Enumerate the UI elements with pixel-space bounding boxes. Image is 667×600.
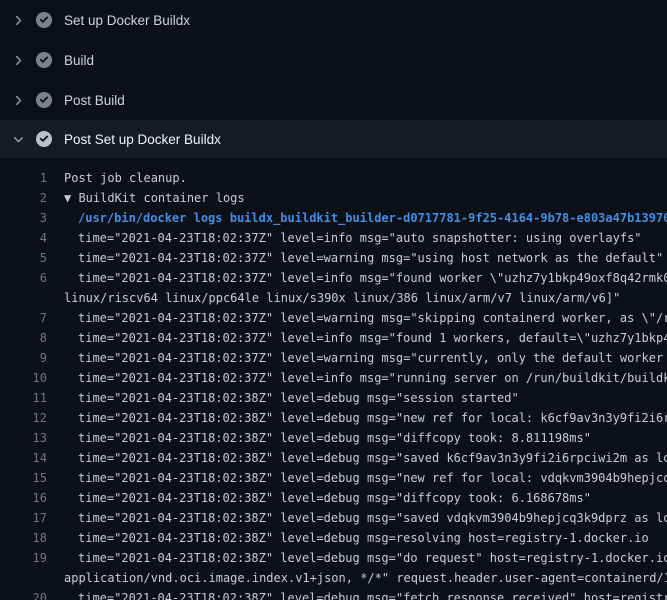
step-row-build[interactable]: Build (0, 40, 667, 80)
chevron-right-icon[interactable] (12, 55, 24, 66)
log-line-number[interactable]: 14 (0, 448, 47, 468)
log-line-text: time="2021-04-23T18:02:37Z" level=warnin… (78, 308, 667, 328)
log-line-number[interactable]: 18 (0, 528, 47, 548)
log-line-text: time="2021-04-23T18:02:37Z" level=warnin… (78, 348, 667, 368)
log-line-text: time="2021-04-23T18:02:37Z" level=info m… (78, 228, 642, 248)
log-line-number[interactable]: 1 (0, 168, 47, 188)
log-line-number[interactable]: 19 (0, 548, 47, 568)
log-output: 1 Post job cleanup. 2 ▼ BuildKit contain… (0, 158, 667, 600)
log-line-number[interactable]: 4 (0, 228, 47, 248)
log-line-number[interactable]: 20 (0, 588, 47, 600)
log-line: 11 time="2021-04-23T18:02:38Z" level=deb… (0, 388, 667, 408)
log-line-number[interactable]: 3 (0, 208, 47, 228)
log-line: application/vnd.oci.image.index.v1+json,… (0, 568, 667, 588)
log-line-text: time="2021-04-23T18:02:38Z" level=debug … (78, 488, 591, 508)
log-line-text: time="2021-04-23T18:02:38Z" level=debug … (78, 428, 591, 448)
log-line-text: linux/riscv64 linux/ppc64le linux/s390x … (64, 288, 620, 308)
log-line: 17 time="2021-04-23T18:02:38Z" level=deb… (0, 508, 667, 528)
log-line-text: time="2021-04-23T18:02:37Z" level=info m… (78, 268, 667, 288)
log-line: 1 Post job cleanup. (0, 168, 667, 188)
step-list: Set up Docker Buildx Build P (0, 0, 667, 158)
log-line-number[interactable]: 15 (0, 468, 47, 488)
log-line: 3 /usr/bin/docker logs buildx_buildkit_b… (0, 208, 667, 228)
log-line: 9 time="2021-04-23T18:02:37Z" level=warn… (0, 348, 667, 368)
log-line-text: time="2021-04-23T18:02:37Z" level=info m… (78, 368, 667, 388)
workflow-log-viewer: Set up Docker Buildx Build P (0, 0, 667, 600)
log-line: 20 time="2021-04-23T18:02:38Z" level=deb… (0, 588, 667, 600)
log-line-number[interactable]: 10 (0, 368, 47, 388)
log-line-text: application/vnd.oci.image.index.v1+json,… (64, 568, 667, 588)
log-line: 16 time="2021-04-23T18:02:38Z" level=deb… (0, 488, 667, 508)
log-line-text: time="2021-04-23T18:02:38Z" level=debug … (78, 448, 667, 468)
step-row-post-build[interactable]: Post Build (0, 80, 667, 120)
log-group-toggle[interactable]: ▼ BuildKit container logs (64, 188, 245, 208)
log-line-number[interactable]: 11 (0, 388, 47, 408)
log-line-text: time="2021-04-23T18:02:38Z" level=debug … (78, 588, 667, 600)
log-line-number[interactable]: 12 (0, 408, 47, 428)
log-line-number[interactable]: 8 (0, 328, 47, 348)
log-line-number[interactable]: 13 (0, 428, 47, 448)
log-line: 4 time="2021-04-23T18:02:37Z" level=info… (0, 228, 667, 248)
log-line: 18 time="2021-04-23T18:02:38Z" level=deb… (0, 528, 667, 548)
log-line-number (0, 568, 47, 588)
log-line-text: time="2021-04-23T18:02:38Z" level=debug … (78, 528, 649, 548)
step-label: Set up Docker Buildx (64, 13, 190, 28)
step-row-post-set-up-docker-buildx[interactable]: Post Set up Docker Buildx (0, 120, 667, 158)
check-circle-icon (36, 92, 52, 108)
log-line-text: time="2021-04-23T18:02:38Z" level=debug … (78, 468, 667, 488)
log-line-number[interactable]: 5 (0, 248, 47, 268)
log-line-text: time="2021-04-23T18:02:37Z" level=warnin… (78, 248, 663, 268)
log-line-number[interactable]: 17 (0, 508, 47, 528)
step-label: Post Build (64, 93, 125, 108)
log-line: linux/riscv64 linux/ppc64le linux/s390x … (0, 288, 667, 308)
log-line: 15 time="2021-04-23T18:02:38Z" level=deb… (0, 468, 667, 488)
log-line: 8 time="2021-04-23T18:02:37Z" level=info… (0, 328, 667, 348)
log-line: 19 time="2021-04-23T18:02:38Z" level=deb… (0, 548, 667, 568)
log-line: 5 time="2021-04-23T18:02:37Z" level=warn… (0, 248, 667, 268)
log-line-text: Post job cleanup. (64, 168, 187, 188)
chevron-down-icon[interactable] (12, 134, 24, 145)
chevron-right-icon[interactable] (12, 95, 24, 106)
check-circle-icon (36, 52, 52, 68)
log-line: 6 time="2021-04-23T18:02:37Z" level=info… (0, 268, 667, 288)
log-line: 2 ▼ BuildKit container logs (0, 188, 667, 208)
log-line: 12 time="2021-04-23T18:02:38Z" level=deb… (0, 408, 667, 428)
log-line-text: time="2021-04-23T18:02:38Z" level=debug … (78, 408, 667, 428)
log-line-text: time="2021-04-23T18:02:38Z" level=debug … (78, 508, 667, 528)
step-label: Build (64, 53, 94, 68)
step-label: Post Set up Docker Buildx (64, 132, 221, 147)
log-line: 13 time="2021-04-23T18:02:38Z" level=deb… (0, 428, 667, 448)
log-line-text: time="2021-04-23T18:02:38Z" level=debug … (78, 548, 667, 568)
log-line-number[interactable]: 9 (0, 348, 47, 368)
log-line-number[interactable]: 2 (0, 188, 47, 208)
log-line: 10 time="2021-04-23T18:02:37Z" level=inf… (0, 368, 667, 388)
chevron-right-icon[interactable] (12, 15, 24, 26)
log-line-text: time="2021-04-23T18:02:38Z" level=debug … (78, 388, 519, 408)
log-command-text: /usr/bin/docker logs buildx_buildkit_bui… (78, 208, 667, 228)
log-line-number[interactable]: 7 (0, 308, 47, 328)
step-row-set-up-docker-buildx[interactable]: Set up Docker Buildx (0, 0, 667, 40)
check-circle-icon (36, 12, 52, 28)
log-line: 14 time="2021-04-23T18:02:38Z" level=deb… (0, 448, 667, 468)
log-line-number (0, 288, 47, 308)
log-line-text: time="2021-04-23T18:02:37Z" level=info m… (78, 328, 667, 348)
log-line: 7 time="2021-04-23T18:02:37Z" level=warn… (0, 308, 667, 328)
log-line-number[interactable]: 16 (0, 488, 47, 508)
log-line-number[interactable]: 6 (0, 268, 47, 288)
check-circle-icon (36, 131, 52, 147)
